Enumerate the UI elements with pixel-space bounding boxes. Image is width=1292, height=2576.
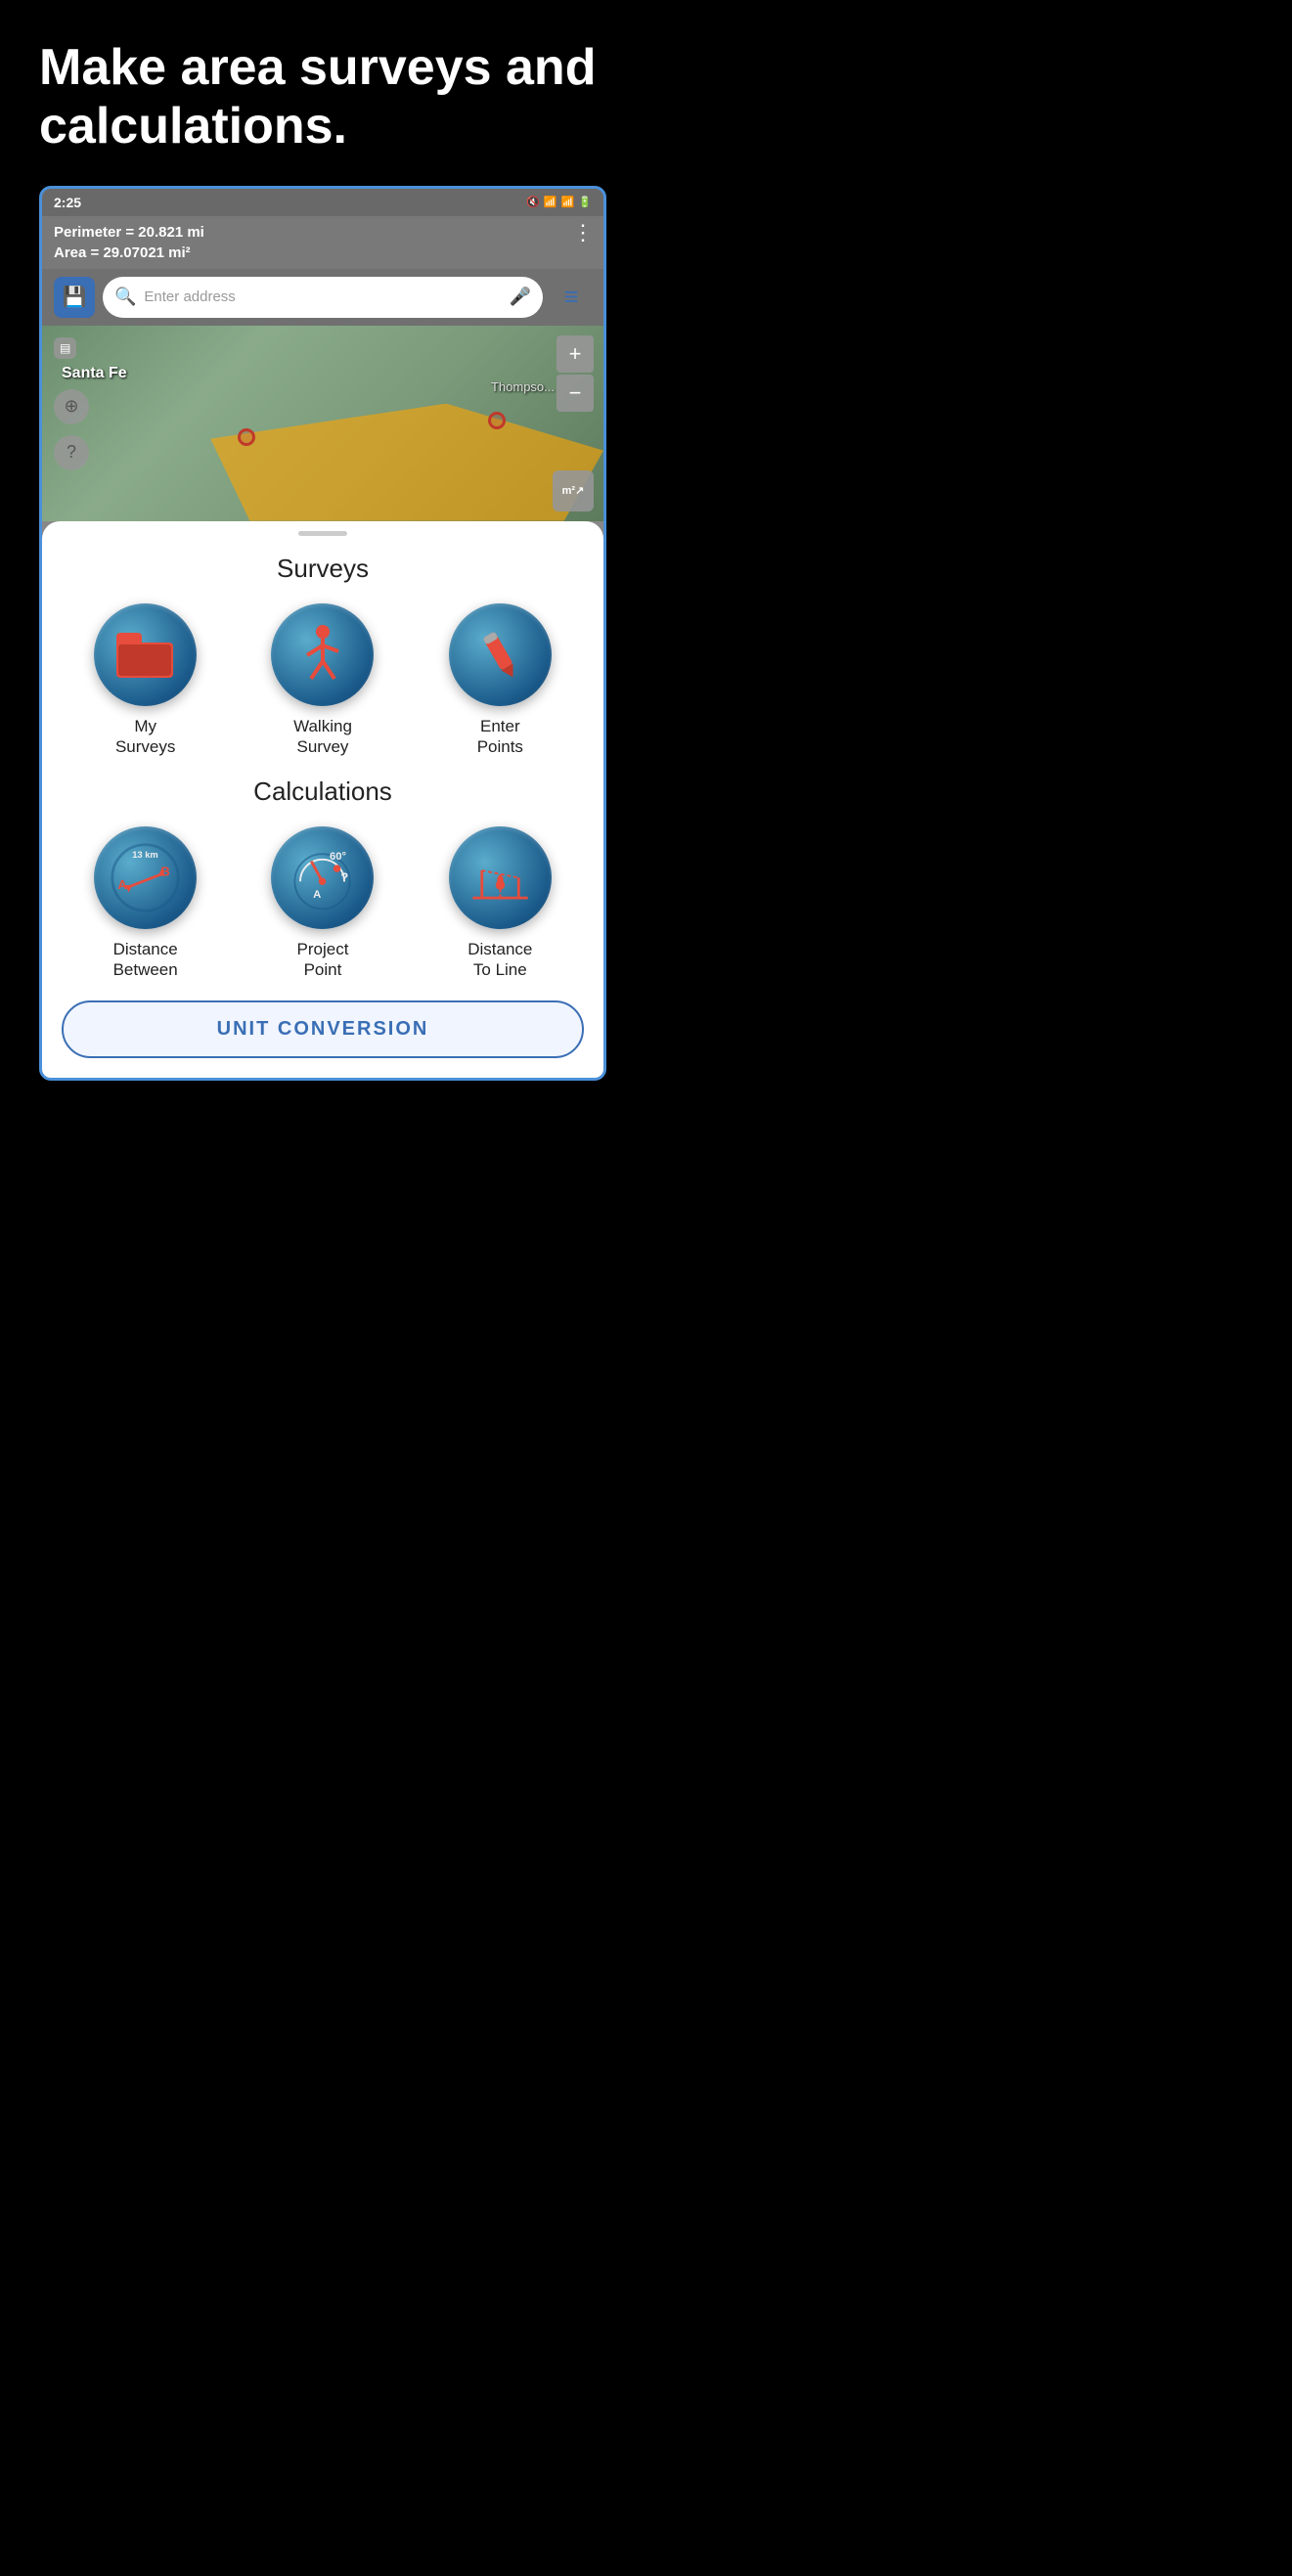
svg-text:60°: 60° — [330, 851, 347, 863]
info-bar: Perimeter = 20.821 mi Area = 29.07021 mi… — [42, 216, 603, 269]
enter-points-item[interactable]: EnterPoints — [431, 603, 568, 758]
area-text: Area = 29.07021 mi² — [54, 243, 204, 263]
project-point-label: ProjectPoint — [297, 939, 349, 981]
svg-text:?: ? — [341, 869, 349, 884]
bottom-sheet: Surveys MySurveys — [42, 521, 603, 1078]
surveys-grid: MySurveys — [62, 603, 584, 758]
map-measurements: Perimeter = 20.821 mi Area = 29.07021 mi… — [54, 222, 204, 263]
svg-text:13 km: 13 km — [132, 850, 158, 860]
project-point-icon: 60° ? A — [286, 841, 359, 914]
area-unit-button[interactable]: m²↗ — [553, 470, 594, 511]
zoom-in-button[interactable]: + — [557, 335, 594, 373]
calculations-grid: 13 km A B DistanceBetween — [62, 826, 584, 981]
map-label-santa-fe: Santa Fe — [62, 365, 127, 382]
search-icon: 🔍 — [114, 287, 136, 307]
distance-to-line-label: DistanceTo Line — [468, 939, 532, 981]
map-label-thompson: Thompso... — [491, 379, 555, 394]
status-icons: 🔇 📶 📶 🔋 — [526, 196, 592, 208]
search-bar: 💾 🔍 Enter address 🎤 ≡ — [42, 269, 603, 326]
menu-icon[interactable]: ≡ — [551, 277, 592, 318]
sheet-handle — [298, 531, 347, 536]
my-location-button[interactable]: ⊕ — [54, 389, 89, 424]
mute-icon: 🔇 — [526, 196, 540, 208]
hamburger-icon: ≡ — [563, 282, 578, 312]
surveys-section-title: Surveys — [62, 554, 584, 584]
distance-between-button[interactable]: 13 km A B — [94, 826, 197, 929]
my-surveys-item[interactable]: MySurveys — [77, 603, 214, 758]
folder-icon — [116, 629, 175, 680]
layers-icon: ▤ — [60, 341, 70, 355]
distance-between-label: DistanceBetween — [113, 939, 178, 981]
help-button[interactable]: ? — [54, 435, 89, 470]
my-surveys-label: MySurveys — [115, 716, 175, 758]
location-icon: ⊕ — [64, 396, 78, 417]
microphone-icon[interactable]: 🎤 — [510, 287, 531, 307]
phone-frame: 2:25 🔇 📶 📶 🔋 Perimeter = 20.821 mi Area … — [39, 186, 606, 1081]
enter-points-label: EnterPoints — [477, 716, 523, 758]
pencil-icon — [473, 628, 526, 681]
zoom-controls: + − — [557, 335, 594, 412]
wifi-icon: 📶 — [544, 196, 557, 208]
my-surveys-button[interactable] — [94, 603, 197, 706]
save-button[interactable]: 💾 — [54, 277, 95, 318]
calculations-section-title: Calculations — [62, 777, 584, 807]
perimeter-text: Perimeter = 20.821 mi — [54, 222, 204, 243]
search-placeholder: Enter address — [144, 289, 501, 305]
svg-text:A: A — [314, 889, 322, 901]
battery-icon: 🔋 — [578, 196, 592, 208]
walking-survey-item[interactable]: WalkingSurvey — [254, 603, 391, 758]
save-icon: 💾 — [63, 285, 87, 309]
map-view[interactable]: Santa Fe Thompso... ▤ + − ⊕ ? m²↗ — [42, 326, 603, 521]
survey-polygon — [210, 404, 603, 521]
distance-between-icon: 13 km A B — [109, 841, 182, 914]
distance-to-line-icon — [464, 841, 537, 914]
svg-text:A: A — [117, 877, 127, 892]
signal-icon: 📶 — [561, 196, 575, 208]
phone-mockup: 2:25 🔇 📶 📶 🔋 Perimeter = 20.821 mi Area … — [39, 186, 606, 1081]
help-icon: ? — [67, 442, 76, 463]
area-unit-icon: m²↗ — [562, 484, 585, 497]
distance-between-item[interactable]: 13 km A B DistanceBetween — [77, 826, 214, 981]
walk-icon — [297, 624, 348, 685]
layers-button[interactable]: ▤ — [54, 337, 76, 359]
hero-title: Make area surveys and calculations. — [39, 39, 606, 156]
hero-section: Make area surveys and calculations. — [0, 0, 646, 176]
project-point-item[interactable]: 60° ? A ProjectPoint — [254, 826, 391, 981]
address-search-input[interactable]: 🔍 Enter address 🎤 — [103, 277, 543, 318]
status-bar: 2:25 🔇 📶 📶 🔋 — [42, 189, 603, 216]
distance-to-line-button[interactable] — [449, 826, 552, 929]
unit-conversion-button[interactable]: UNIT CONVERSION — [62, 1000, 584, 1058]
project-point-button[interactable]: 60° ? A — [271, 826, 374, 929]
map-pin-1 — [238, 428, 255, 446]
enter-points-button[interactable] — [449, 603, 552, 706]
walking-survey-label: WalkingSurvey — [293, 716, 352, 758]
walking-survey-button[interactable] — [271, 603, 374, 706]
distance-to-line-item[interactable]: DistanceTo Line — [431, 826, 568, 981]
zoom-out-button[interactable]: − — [557, 375, 594, 412]
more-options-icon[interactable]: ⋮ — [572, 222, 592, 244]
map-pin-2 — [488, 412, 506, 429]
status-time: 2:25 — [54, 195, 81, 210]
